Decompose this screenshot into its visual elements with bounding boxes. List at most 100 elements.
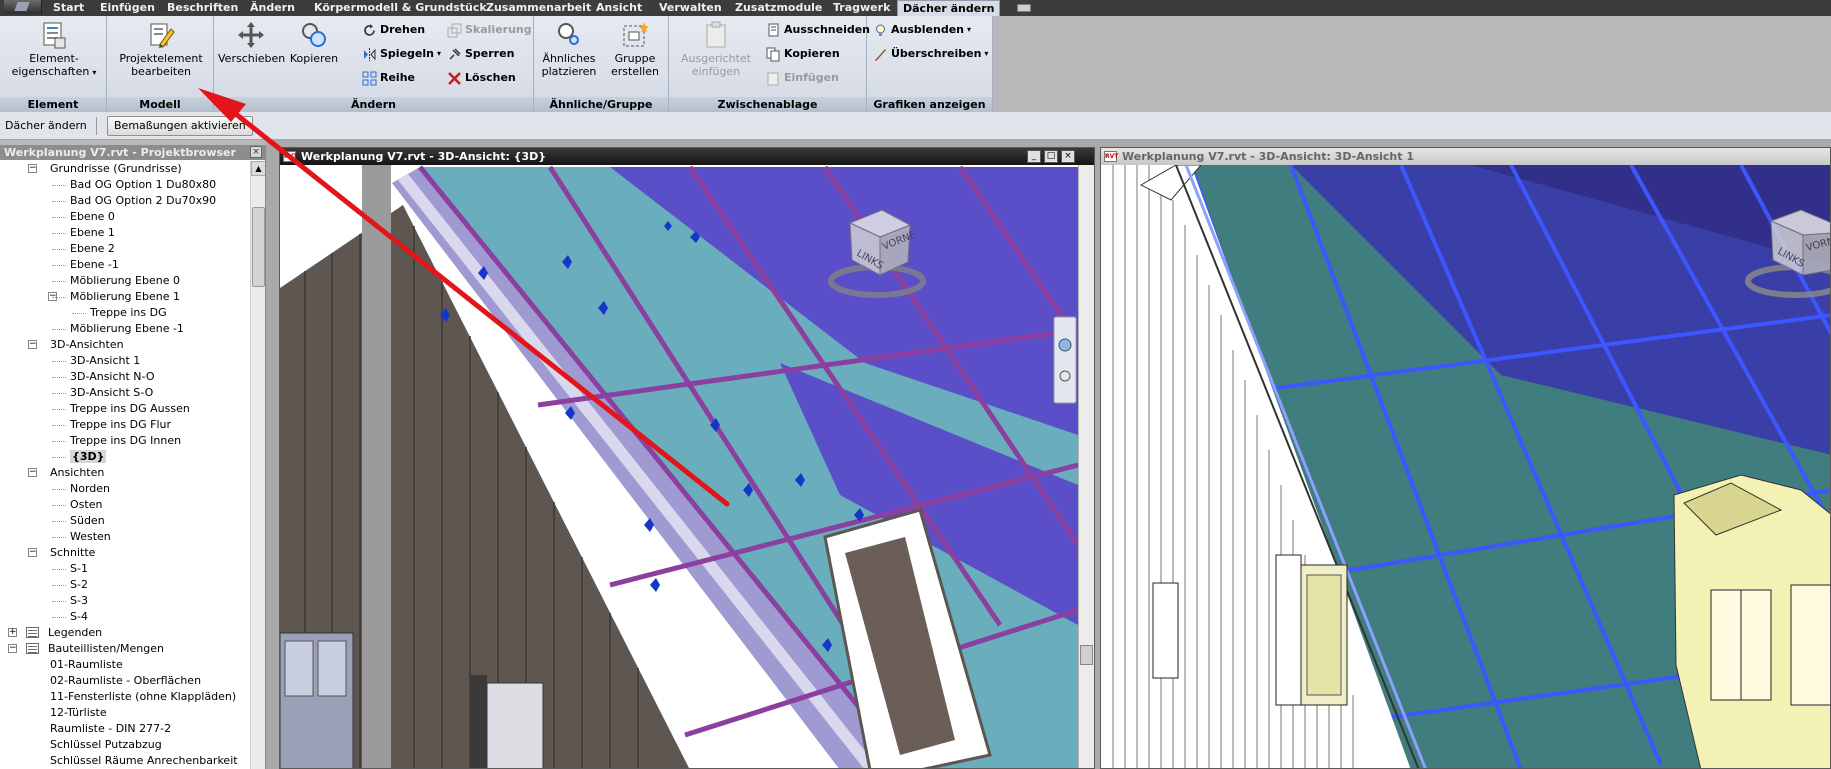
tree-item[interactable]: Treppe ins DG bbox=[90, 305, 167, 321]
paste-button[interactable]: Einfügen bbox=[766, 68, 839, 88]
scrollbar-thumb[interactable] bbox=[252, 207, 265, 287]
tree-item[interactable]: Treppe ins DG Flur bbox=[70, 417, 171, 433]
collapse-icon[interactable]: − bbox=[28, 340, 37, 349]
collapse-icon[interactable]: − bbox=[28, 164, 37, 173]
tab-verwalten[interactable]: Verwalten bbox=[654, 0, 727, 16]
tree-connector bbox=[52, 617, 66, 618]
tree-item-label: Norden bbox=[70, 482, 111, 495]
tree-item[interactable]: 3D-Ansicht N-O bbox=[70, 369, 154, 385]
tree-item[interactable]: Legenden bbox=[48, 625, 102, 641]
tree-connector bbox=[52, 537, 66, 538]
delete-button[interactable]: Löschen bbox=[447, 68, 516, 88]
tree-item[interactable]: S-4 bbox=[70, 609, 88, 625]
application-menu-button[interactable] bbox=[4, 0, 42, 14]
tree-item[interactable]: Ansichten bbox=[50, 465, 104, 481]
tab-koerpermodell[interactable]: Körpermodell & Grundstück bbox=[309, 0, 492, 16]
paste-aligned-button[interactable]: Ausgerichtet einfügen bbox=[672, 20, 760, 78]
tree-item-label: 11-Fensterliste (ohne Klappläden) bbox=[50, 690, 237, 703]
tab-beschriften[interactable]: Beschriften bbox=[162, 0, 243, 16]
view-window-3d-secondary[interactable]: RVT Werkplanung V7.rvt - 3D-Ansicht: 3D-… bbox=[1100, 147, 1831, 769]
cut-icon bbox=[766, 23, 781, 38]
tree-item[interactable]: Osten bbox=[70, 497, 102, 513]
tree-item[interactable]: Ebene 1 bbox=[70, 225, 115, 241]
tree-item[interactable]: Treppe ins DG Aussen bbox=[70, 401, 190, 417]
maximize-button[interactable]: □ bbox=[1044, 150, 1058, 163]
tree-item[interactable]: Bad OG Option 2 Du70x90 bbox=[70, 193, 216, 209]
view-scrollbar[interactable] bbox=[1078, 165, 1094, 768]
place-similar-icon bbox=[554, 20, 584, 50]
override-button[interactable]: Überschreiben ▾ bbox=[873, 44, 988, 64]
tree-item[interactable]: Ebene -1 bbox=[70, 257, 119, 273]
tree-item[interactable]: Treppe ins DG Innen bbox=[70, 433, 181, 449]
minimize-ribbon-button[interactable] bbox=[1017, 4, 1031, 12]
element-properties-button[interactable]: Element- eigenschaften ▾ bbox=[6, 20, 102, 79]
tree-item[interactable]: 3D-Ansichten bbox=[50, 337, 124, 353]
tree-item[interactable]: Schlüssel Putzabzug bbox=[50, 737, 162, 753]
pin-button[interactable]: Sperren bbox=[447, 44, 514, 64]
collapse-icon[interactable]: − bbox=[8, 644, 17, 653]
minimize-button[interactable]: _ bbox=[1027, 150, 1041, 163]
browser-scrollbar[interactable]: ▲ bbox=[250, 161, 265, 769]
hide-button[interactable]: Ausblenden ▾ bbox=[873, 20, 971, 40]
close-icon[interactable]: × bbox=[250, 146, 262, 158]
tree-item[interactable]: Westen bbox=[70, 529, 111, 545]
tree-item[interactable]: Norden bbox=[70, 481, 110, 497]
create-group-button[interactable]: Gruppe erstellen bbox=[604, 20, 666, 78]
cut-button[interactable]: Ausschneiden bbox=[766, 20, 870, 40]
tree-item[interactable]: 3D-Ansicht 1 bbox=[70, 353, 140, 369]
tree-item[interactable]: Grundrisse (Grundrisse) bbox=[50, 161, 182, 177]
tree-item[interactable]: Raumliste - DIN 277-2 bbox=[50, 721, 171, 737]
close-button[interactable]: × bbox=[1061, 150, 1075, 163]
tree-item[interactable]: 11-Fensterliste (ohne Klappläden) bbox=[50, 689, 236, 705]
tab-zusatzmodule[interactable]: Zusatzmodule bbox=[730, 0, 827, 16]
tab-daecher-aendern[interactable]: Dächer ändern bbox=[897, 0, 1001, 16]
tab-ansicht[interactable]: Ansicht bbox=[591, 0, 647, 16]
tab-tragwerk[interactable]: Tragwerk bbox=[828, 0, 895, 16]
tree-item-label: Legenden bbox=[48, 626, 103, 639]
tree-item[interactable]: Schnitte bbox=[50, 545, 95, 561]
scroll-up-icon[interactable]: ▲ bbox=[251, 161, 265, 176]
tree-item[interactable]: 02-Raumliste - Oberflächen bbox=[50, 673, 201, 689]
tree-item[interactable]: 01-Raumliste bbox=[50, 657, 123, 673]
tree-item[interactable]: Möblierung Ebene 1 bbox=[70, 289, 180, 305]
tree-item[interactable]: S-2 bbox=[70, 577, 88, 593]
copy-to-clipboard-button[interactable]: Kopieren bbox=[766, 44, 840, 64]
view-window-3d-active[interactable]: RVT Werkplanung V7.rvt - 3D-Ansicht: {3D… bbox=[279, 147, 1095, 769]
tree-item[interactable]: Möblierung Ebene 0 bbox=[70, 273, 180, 289]
tree-item[interactable]: 12-Türliste bbox=[50, 705, 107, 721]
mirror-button[interactable]: Spiegeln ▾ bbox=[362, 44, 441, 64]
place-similar-button[interactable]: Ähnliches platzieren bbox=[536, 20, 602, 78]
move-button[interactable]: Verschieben bbox=[218, 20, 285, 65]
tree-item[interactable]: S-3 bbox=[70, 593, 88, 609]
3d-viewport[interactable]: LINKS VORNE bbox=[280, 165, 1078, 769]
copy-icon bbox=[766, 47, 781, 62]
scrollbar-thumb[interactable] bbox=[1080, 645, 1093, 665]
tree-item[interactable]: 3D-Ansicht S-O bbox=[70, 385, 153, 401]
array-button[interactable]: Reihe bbox=[362, 68, 415, 88]
tab-aendern[interactable]: Ändern bbox=[245, 0, 300, 16]
tab-zusammenarbeit[interactable]: Zusammenarbeit bbox=[481, 0, 596, 16]
copy-button[interactable]: Kopieren bbox=[287, 20, 341, 65]
tree-item[interactable]: Ebene 0 bbox=[70, 209, 115, 225]
tab-start[interactable]: Start bbox=[48, 0, 89, 16]
tree-item[interactable]: Bad OG Option 1 Du80x80 bbox=[70, 177, 216, 193]
tree-item[interactable]: Süden bbox=[70, 513, 105, 529]
collapse-icon[interactable]: − bbox=[28, 548, 37, 557]
tab-einfuegen[interactable]: Einfügen bbox=[95, 0, 160, 16]
collapse-icon[interactable]: − bbox=[28, 468, 37, 477]
panel-label-zwischenablage: Zwischenablage bbox=[669, 97, 866, 112]
scale-button[interactable]: Skalierung bbox=[447, 20, 532, 40]
expand-icon[interactable]: + bbox=[8, 628, 17, 637]
tree-item[interactable]: {3D} bbox=[70, 449, 107, 465]
tree-item[interactable]: Bauteillisten/Mengen bbox=[48, 641, 164, 657]
3d-viewport[interactable]: LINKS VORNE bbox=[1101, 165, 1831, 769]
tree-item[interactable]: Schlüssel Räume Anrechenbarkeit bbox=[50, 753, 238, 769]
edit-project-element-button[interactable]: Projektelement bearbeiten bbox=[110, 20, 212, 78]
activate-dimensions-button[interactable]: Bemaßungen aktivieren bbox=[107, 116, 253, 136]
tree-item[interactable]: Ebene 2 bbox=[70, 241, 115, 257]
view-title: Werkplanung V7.rvt - 3D-Ansicht: {3D} bbox=[301, 150, 547, 163]
tree-item[interactable]: S-1 bbox=[70, 561, 88, 577]
rotate-button[interactable]: Drehen bbox=[362, 20, 425, 40]
tree-item[interactable]: Möblierung Ebene -1 bbox=[70, 321, 184, 337]
tree-item-label: 3D-Ansichten bbox=[50, 338, 124, 351]
